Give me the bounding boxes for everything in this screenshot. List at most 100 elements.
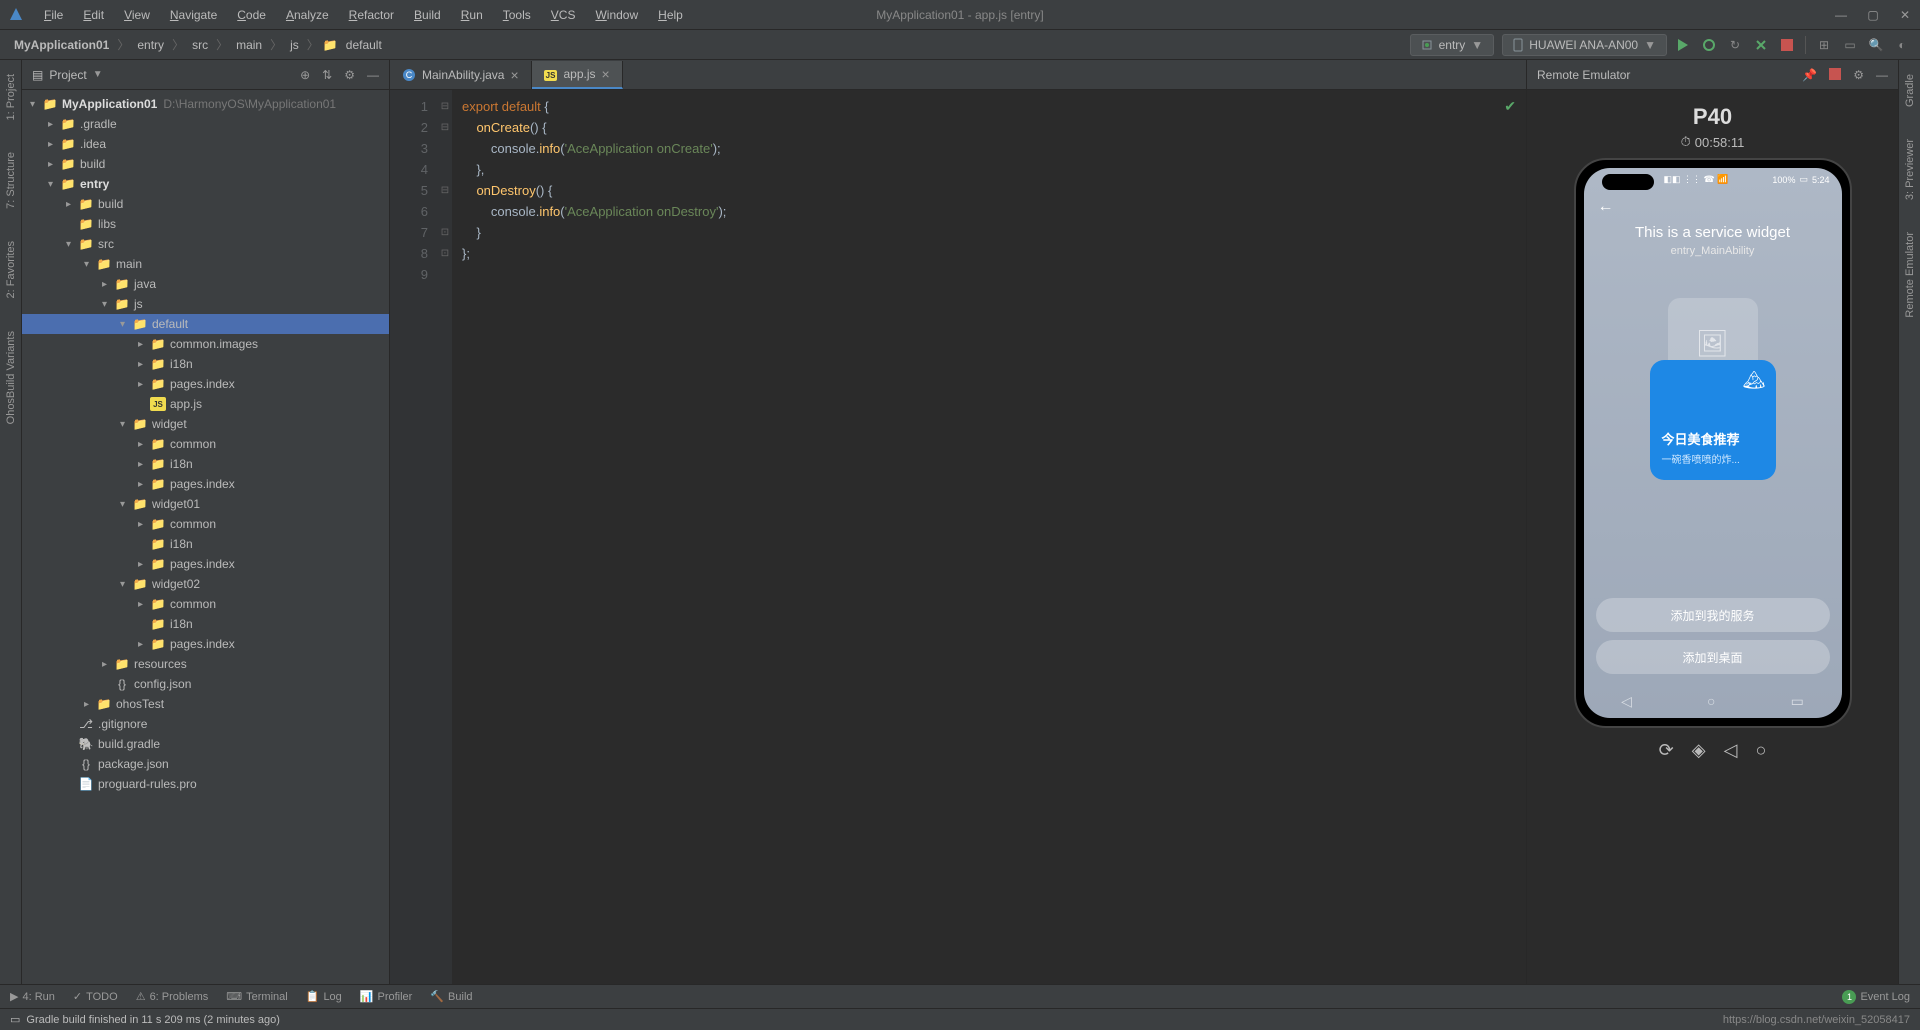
tree-arrow-icon[interactable]: ▾ xyxy=(102,299,114,310)
nav-back-icon[interactable]: ◁ xyxy=(1621,693,1632,710)
tree-arrow-icon[interactable]: ▸ xyxy=(138,559,150,570)
tool-tab-remoteemulator[interactable]: Remote Emulator xyxy=(1904,226,1916,324)
search-button[interactable]: 🔍 xyxy=(1868,37,1884,53)
tree-arrow-icon[interactable]: ▸ xyxy=(102,279,114,290)
close-button[interactable]: ✕ xyxy=(1898,8,1912,22)
tree-item[interactable]: JSapp.js xyxy=(22,394,389,414)
tree-arrow-icon[interactable]: ▾ xyxy=(120,419,132,430)
tab-close-icon[interactable]: × xyxy=(510,67,518,83)
menu-window[interactable]: Window xyxy=(587,4,646,26)
bottom-tab-problems[interactable]: ⚠6: Problems xyxy=(136,990,209,1003)
add-to-service-button[interactable]: 添加到我的服务 xyxy=(1596,598,1830,632)
tree-item[interactable]: ▸📁common xyxy=(22,594,389,614)
emu-stop-icon[interactable] xyxy=(1829,68,1841,82)
tree-arrow-icon[interactable]: ▸ xyxy=(138,459,150,470)
fold-gutter[interactable]: ⊟⊟⊟⊡⊡ xyxy=(438,90,452,984)
tree-arrow-icon[interactable]: ▾ xyxy=(48,179,60,190)
tree-root[interactable]: ▾ 📁 MyApplication01 D:\HarmonyOS\MyAppli… xyxy=(22,94,389,114)
editor-tab[interactable]: CMainAbility.java× xyxy=(390,61,532,89)
menu-run[interactable]: Run xyxy=(453,4,491,26)
tree-arrow-icon[interactable]: ▸ xyxy=(48,159,60,170)
stop-button[interactable] xyxy=(1779,37,1795,53)
tree-arrow-icon[interactable]: ▾ xyxy=(120,579,132,590)
tree-item[interactable]: 📁i18n xyxy=(22,614,389,634)
tree-arrow-icon[interactable]: ▸ xyxy=(138,599,150,610)
menu-code[interactable]: Code xyxy=(229,4,274,26)
tree-item[interactable]: 📁libs xyxy=(22,214,389,234)
tool-tab-structure[interactable]: 7: Structure xyxy=(5,146,17,215)
tree-arrow-icon[interactable]: ▸ xyxy=(138,379,150,390)
emu-home-icon[interactable]: ○ xyxy=(1755,740,1766,761)
tree-item[interactable]: ▸📁i18n xyxy=(22,354,389,374)
tree-arrow-icon[interactable]: ▸ xyxy=(138,439,150,450)
nav-recent-icon[interactable]: ▭ xyxy=(1791,693,1804,710)
breadcrumb-item[interactable]: MyApplication01 xyxy=(10,36,113,54)
tree-item[interactable]: ▾📁entry xyxy=(22,174,389,194)
tree-item[interactable]: 📁i18n xyxy=(22,534,389,554)
bottom-tab-terminal[interactable]: ⌨Terminal xyxy=(226,990,287,1003)
maximize-button[interactable]: ▢ xyxy=(1866,8,1880,22)
tree-item[interactable]: ▸📁pages.index xyxy=(22,554,389,574)
breadcrumb-item[interactable]: src xyxy=(188,36,212,54)
settings-icon[interactable]: ⚙ xyxy=(344,68,355,82)
tree-arrow-icon[interactable]: ▸ xyxy=(48,119,60,130)
tree-arrow-icon[interactable]: ▾ xyxy=(120,319,132,330)
locate-icon[interactable]: ⊕ xyxy=(300,68,310,82)
tree-item[interactable]: ▸📁ohosTest xyxy=(22,694,389,714)
breadcrumb-item[interactable]: default xyxy=(342,36,386,54)
tree-item[interactable]: 🐘build.gradle xyxy=(22,734,389,754)
avd-button[interactable]: ▭ xyxy=(1842,37,1858,53)
emu-back-icon[interactable]: ◁ xyxy=(1724,740,1738,761)
nav-home-icon[interactable]: ○ xyxy=(1707,693,1715,710)
widget-card[interactable]: 🏔 今日美食推荐 一碗香喷喷的炸... xyxy=(1650,360,1776,480)
tree-item[interactable]: ▸📁common xyxy=(22,434,389,454)
inspection-ok-icon[interactable]: ✔ xyxy=(1504,98,1516,115)
tree-arrow-icon[interactable]: ▾ xyxy=(66,239,78,250)
tree-arrow-icon[interactable]: ▾ xyxy=(84,259,96,270)
run-button[interactable] xyxy=(1675,37,1691,53)
tree-arrow-icon[interactable]: ▸ xyxy=(102,659,114,670)
tree-item[interactable]: ▸📁java xyxy=(22,274,389,294)
menu-refactor[interactable]: Refactor xyxy=(341,4,402,26)
breadcrumb-item[interactable]: js xyxy=(286,36,303,54)
editor-tab[interactable]: JSapp.js× xyxy=(532,61,623,89)
hide-icon[interactable]: — xyxy=(367,68,379,82)
tree-item[interactable]: {}package.json xyxy=(22,754,389,774)
menu-edit[interactable]: Edit xyxy=(75,4,112,26)
bottom-tab-run[interactable]: ▶4: Run xyxy=(10,990,55,1003)
tool-tab-previewer[interactable]: 3: Previewer xyxy=(1904,133,1916,206)
tree-item[interactable]: ▾📁main xyxy=(22,254,389,274)
tree-item[interactable]: ▸📁common.images xyxy=(22,334,389,354)
tree-arrow-icon[interactable]: ▸ xyxy=(138,639,150,650)
menu-tools[interactable]: Tools xyxy=(495,4,539,26)
tool-tab-project[interactable]: 1: Project xyxy=(5,68,17,126)
tree-arrow-icon[interactable]: ▸ xyxy=(66,199,78,210)
pin-icon[interactable]: 📌 xyxy=(1802,68,1817,82)
menu-help[interactable]: Help xyxy=(650,4,691,26)
breadcrumb-item[interactable]: entry xyxy=(133,36,168,54)
tree-item[interactable]: ▸📁build xyxy=(22,154,389,174)
bottom-tab-build[interactable]: 🔨Build xyxy=(430,990,472,1003)
tree-item[interactable]: ▸📁build xyxy=(22,194,389,214)
tree-arrow-icon[interactable]: ▸ xyxy=(138,519,150,530)
tab-close-icon[interactable]: × xyxy=(602,66,610,82)
emu-screenshot-icon[interactable]: ◈ xyxy=(1692,740,1706,761)
tree-arrow-icon[interactable]: ▸ xyxy=(138,359,150,370)
tree-item[interactable]: ▸📁pages.index xyxy=(22,374,389,394)
coverage-button[interactable]: ↻ xyxy=(1727,37,1743,53)
emu-settings-icon[interactable]: ⚙ xyxy=(1853,68,1864,82)
tree-item[interactable]: ▾📁src xyxy=(22,234,389,254)
tree-item[interactable]: ▾📁widget01 xyxy=(22,494,389,514)
profile-button[interactable]: ◐ xyxy=(1894,37,1910,53)
code-content[interactable]: export default { onCreate() { console.in… xyxy=(452,90,1526,984)
tree-item[interactable]: ▾📁widget02 xyxy=(22,574,389,594)
phone-screen[interactable]: ◧◧ ⋮⋮ ☎ 📶 100% ▭ 5:24 ← This is a servic… xyxy=(1584,168,1842,718)
tree-arrow-icon[interactable]: ▸ xyxy=(138,479,150,490)
tree-item[interactable]: ▸📁resources xyxy=(22,654,389,674)
minimize-button[interactable]: — xyxy=(1834,8,1848,22)
device-dropdown[interactable]: HUAWEI ANA-AN00 ▼ xyxy=(1502,34,1667,56)
code-editor[interactable]: 123456789 ⊟⊟⊟⊡⊡ export default { onCreat… xyxy=(390,90,1526,984)
menu-navigate[interactable]: Navigate xyxy=(162,4,225,26)
menu-vcs[interactable]: VCS xyxy=(543,4,584,26)
project-tree[interactable]: ▾ 📁 MyApplication01 D:\HarmonyOS\MyAppli… xyxy=(22,90,389,984)
